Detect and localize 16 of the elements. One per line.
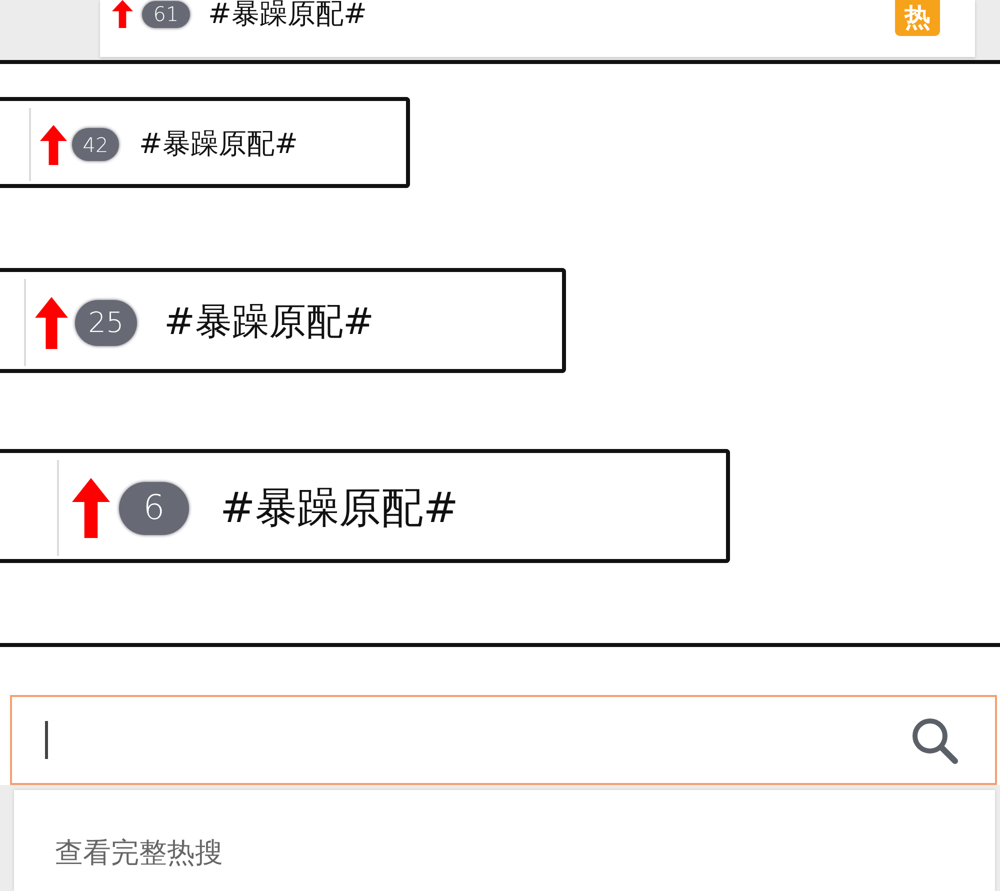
hot-search-item[interactable]: 6 #暴躁原配#	[57, 460, 726, 556]
text-cursor-icon	[45, 721, 48, 759]
hot-search-item[interactable]: 42 #暴躁原配#	[29, 108, 406, 181]
rank-badge: 61	[142, 0, 190, 28]
hot-search-title: #暴躁原配#	[139, 129, 298, 160]
hot-search-title: #暴躁原配#	[164, 302, 374, 343]
hot-search-title: #暴躁原配#	[208, 0, 367, 30]
rank-badge: 42	[72, 128, 119, 161]
view-full-hot-search-link[interactable]: 查看完整热搜	[55, 836, 223, 870]
hot-search-title: #暴躁原配#	[220, 484, 458, 532]
search-field[interactable]	[10, 695, 997, 785]
hot-search-item[interactable]: 25 #暴躁原配#	[24, 279, 562, 366]
hot-search-item[interactable]: 61 #暴躁原配# 热	[100, 0, 975, 57]
hot-tag: 热	[895, 0, 940, 36]
rank-badge: 25	[75, 300, 137, 346]
rank-badge: 6	[119, 482, 189, 534]
